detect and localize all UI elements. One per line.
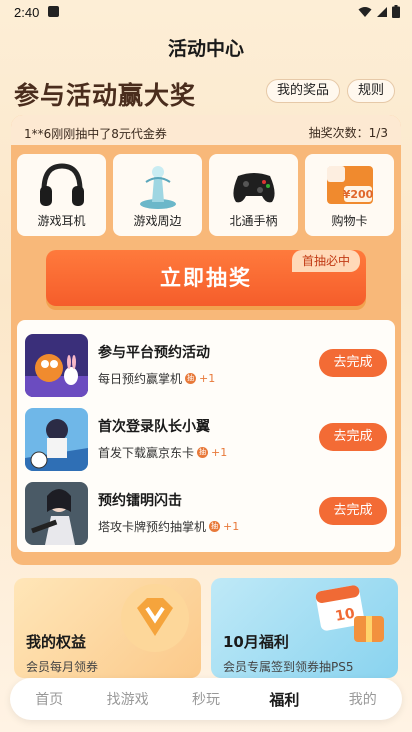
hero-heading: 参与活动赢大奖 bbox=[14, 81, 197, 110]
task-item: 预约镭明闪击 塔攻卡牌预约抽掌机 抽 +1 去完成 bbox=[17, 480, 395, 550]
svg-text:10: 10 bbox=[334, 606, 356, 625]
nav-home[interactable]: 首页 bbox=[14, 689, 84, 709]
task-item: 参与平台预约活动 每日预约赢掌机 抽 +1 去完成 bbox=[17, 332, 395, 402]
prize-item[interactable]: ¥200 购物卡 bbox=[305, 154, 394, 236]
task-desc-text: 塔攻卡牌预约抽掌机 bbox=[98, 520, 207, 534]
complete-task-button[interactable]: 去完成 bbox=[319, 349, 387, 377]
task-desc-text: 首发下载赢京东卡 bbox=[98, 446, 195, 460]
my-benefits-card[interactable]: 我的权益 会员每月领券 bbox=[14, 578, 201, 678]
prize-item[interactable]: 北通手柄 bbox=[209, 154, 298, 236]
page-title: 活动中心 bbox=[167, 38, 244, 60]
nav-find-games[interactable]: 找游戏 bbox=[93, 689, 163, 709]
prize-label: 北通手柄 bbox=[229, 214, 278, 228]
gift-card-value: ¥200 bbox=[342, 188, 373, 201]
rules-button[interactable]: 规则 bbox=[347, 79, 396, 103]
status-time: 2:40 bbox=[14, 5, 40, 20]
signal-icon bbox=[376, 6, 388, 21]
prize-item[interactable]: 游戏耳机 bbox=[17, 154, 106, 236]
prize-list: 游戏耳机 游戏周边 北通手柄 ¥200 购物卡 bbox=[17, 154, 395, 236]
bottom-nav: 首页 找游戏 秒玩 福利 我的 bbox=[10, 678, 402, 720]
complete-task-button[interactable]: 去完成 bbox=[319, 497, 387, 525]
first-draw-badge: 首抽必中 bbox=[292, 250, 361, 272]
task-title: 首次登录队长小翼 bbox=[98, 419, 210, 435]
task-desc-text: 每日预约赢掌机 bbox=[98, 372, 183, 386]
nav-instant-play[interactable]: 秒玩 bbox=[171, 689, 241, 709]
gift-card-icon: ¥200 bbox=[326, 166, 373, 204]
draw-chance-icon: 抽 bbox=[209, 521, 221, 532]
calendar-gift-icon: 10 bbox=[315, 585, 384, 642]
battery-icon bbox=[392, 5, 400, 21]
complete-task-button[interactable]: 去完成 bbox=[319, 423, 387, 451]
prize-label: 游戏周边 bbox=[133, 214, 182, 228]
draw-chance-icon: 抽 bbox=[197, 447, 209, 458]
task-item: 首次登录队长小翼 首发下载赢京东卡 抽 +1 去完成 bbox=[17, 406, 395, 476]
nav-benefits[interactable]: 福利 bbox=[249, 689, 319, 710]
task-list: 参与平台预约活动 每日预约赢掌机 抽 +1 去完成 首次登录队长小翼 首发下载赢… bbox=[17, 320, 395, 552]
nav-me[interactable]: 我的 bbox=[328, 689, 398, 709]
card-subtitle: 会员专属签到领券抽PS5 bbox=[223, 660, 354, 674]
prize-label: 购物卡 bbox=[331, 214, 368, 228]
winner-ticker: 1**6刚刚抽中了8元代金券 bbox=[24, 127, 167, 141]
task-reward: +1 bbox=[223, 520, 240, 533]
headphones-icon bbox=[39, 163, 84, 206]
task-description: 首发下载赢京东卡 抽 +1 bbox=[98, 444, 227, 461]
card-title: 我的权益 bbox=[26, 633, 87, 651]
october-benefits-card[interactable]: 10 10月福利 会员专属签到领券抽PS5 bbox=[211, 578, 398, 678]
task-title: 预约镭明闪击 bbox=[98, 493, 182, 509]
status-icons bbox=[358, 5, 400, 21]
task-reward: +1 bbox=[211, 446, 228, 459]
status-bar: 2:40 bbox=[0, 0, 412, 24]
notification-icon bbox=[48, 6, 59, 17]
task-description: 每日预约赢掌机 抽 +1 bbox=[98, 370, 215, 387]
task-reward: +1 bbox=[199, 372, 216, 385]
draw-count: 抽奖次数：1/3 bbox=[308, 126, 388, 140]
task-description: 塔攻卡牌预约抽掌机 抽 +1 bbox=[98, 518, 239, 535]
card-title: 10月福利 bbox=[223, 633, 289, 651]
figurine-icon bbox=[139, 166, 176, 209]
gamepad-icon bbox=[232, 173, 275, 203]
wifi-icon bbox=[358, 6, 372, 21]
card-subtitle: 会员每月领券 bbox=[26, 660, 99, 674]
task-thumbnail bbox=[25, 334, 88, 397]
prize-label: 游戏耳机 bbox=[37, 214, 86, 228]
task-thumbnail bbox=[25, 482, 88, 545]
task-title: 参与平台预约活动 bbox=[98, 345, 210, 361]
draw-chance-icon: 抽 bbox=[185, 373, 197, 384]
diamond-badge-icon bbox=[121, 584, 189, 652]
task-thumbnail bbox=[25, 408, 88, 471]
prize-item[interactable]: 游戏周边 bbox=[113, 154, 202, 236]
my-prizes-button[interactable]: 我的奖品 bbox=[266, 79, 341, 103]
